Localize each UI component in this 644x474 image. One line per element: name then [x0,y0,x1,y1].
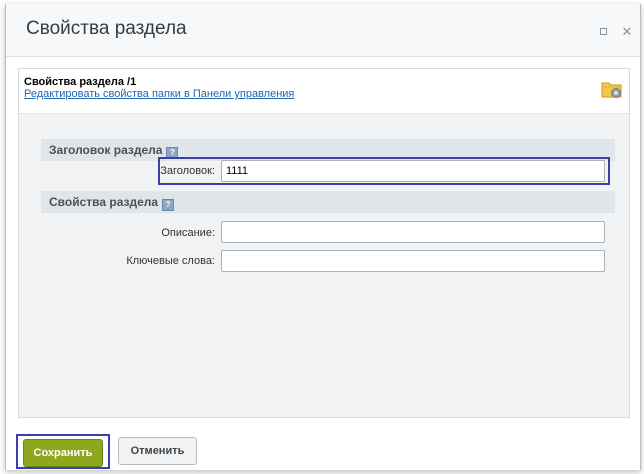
dialog-titlebar[interactable]: Свойства раздела ✕ [6,4,640,57]
section-path-title: Свойства раздела /1 [24,76,137,88]
keywords-label: Ключевые слова: [126,255,215,267]
save-button-highlight: Сохранить [16,434,110,469]
title-label: Заголовок: [160,165,215,177]
description-label: Описание: [161,227,215,239]
maximize-icon[interactable] [598,26,610,38]
section-properties-dialog: Свойства раздела ✕ Свойства раздела /1 Р… [5,4,641,470]
title-input[interactable]: 1111 [221,160,605,182]
keywords-input[interactable] [221,250,605,272]
close-icon[interactable]: ✕ [621,25,633,38]
description-input[interactable] [221,221,605,243]
dialog-title: Свойства раздела [26,18,187,39]
dialog-content: Свойства раздела /1 Редактировать свойст… [18,68,630,418]
section-properties-title: Свойства раздела [49,195,159,209]
folder-settings-icon[interactable] [601,79,623,99]
info-panel: Свойства раздела /1 Редактировать свойст… [19,69,629,114]
cancel-button[interactable]: Отменить [118,437,197,465]
section-heading-title: Заголовок раздела [49,143,163,157]
dialog-footer: Сохранить Отменить [6,418,640,470]
section-properties-header: Свойства раздела? [41,191,615,213]
edit-folder-properties-link[interactable]: Редактировать свойства папки в Панели уп… [24,88,294,100]
help-icon[interactable]: ? [162,199,175,211]
save-button[interactable]: Сохранить [23,439,103,467]
